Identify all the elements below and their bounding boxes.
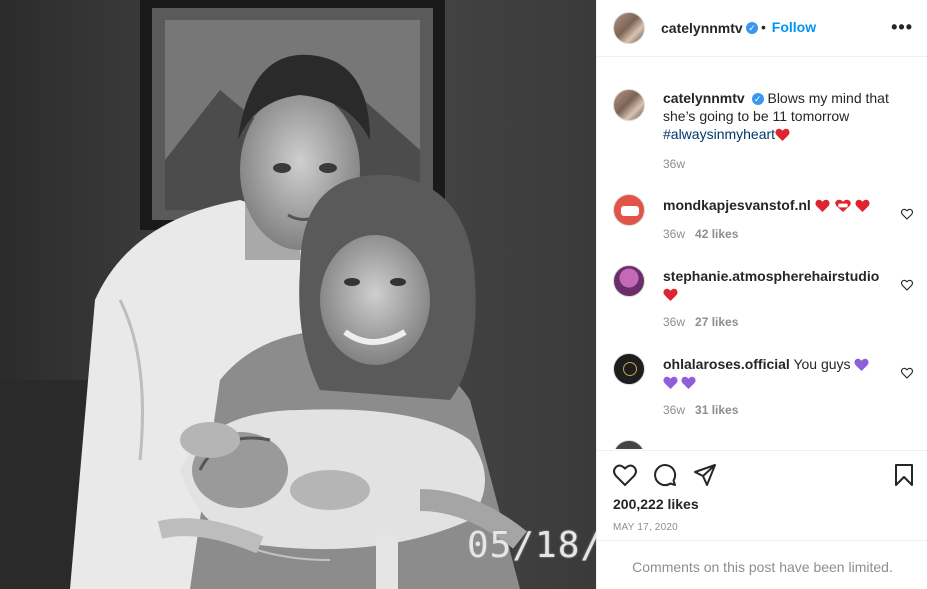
- caption-row: catelynnmtv ✓ Blows my mind that she’s g…: [613, 89, 913, 171]
- separator-dot: •: [761, 19, 766, 35]
- red-heart-emoji-icon: [663, 288, 678, 301]
- comment-likes[interactable]: 27 likes: [695, 315, 738, 329]
- comment-username[interactable]: ohlalaroses.official: [663, 356, 790, 372]
- like-comment-heart-icon[interactable]: [901, 208, 913, 220]
- comment-meta: 36w 27 likes: [663, 315, 738, 329]
- comments-list[interactable]: catelynnmtv ✓ Blows my mind that she’s g…: [597, 57, 927, 449]
- comment-row: ohlalaroses.official You guys 36w 31 like…: [613, 353, 913, 423]
- photo-image: [0, 0, 596, 589]
- caption-age: 36w: [663, 157, 686, 171]
- post-sidebar: catelynnmtv ✓ • Follow ••• catelynnmtv ✓…: [596, 0, 927, 589]
- caption-username[interactable]: catelynnmtv: [663, 90, 745, 106]
- mask-heart-emoji-icon: [834, 199, 851, 212]
- post-photo[interactable]: 05/18/2: [0, 0, 596, 589]
- post-date[interactable]: MAY 17, 2020: [613, 522, 678, 533]
- comment-row: stephanie.atmospherehairstudio 36w 27 lik…: [613, 265, 913, 335]
- comment-age: 36w: [663, 227, 686, 241]
- purple-heart-emoji-icon: [681, 376, 696, 389]
- comments-limited-notice: Comments on this post have been limited.: [597, 540, 927, 589]
- comment-username[interactable]: mondkapjesvanstof.nl: [663, 197, 811, 213]
- follow-group: • Follow: [761, 19, 816, 35]
- post-header: catelynnmtv ✓ • Follow •••: [597, 0, 927, 57]
- comment-avatar[interactable]: [613, 353, 645, 385]
- verified-badge-icon: ✓: [746, 22, 758, 34]
- comment-text: ohlalaroses.official You guys: [663, 355, 895, 391]
- like-comment-heart-icon[interactable]: [901, 279, 913, 291]
- verified-badge-icon: ✓: [751, 93, 764, 106]
- purple-heart-emoji-icon: [854, 358, 870, 371]
- comment-body: You guys: [793, 356, 851, 372]
- bookmark-icon[interactable]: [892, 463, 916, 487]
- comment-age: 36w: [663, 403, 686, 417]
- like-comment-heart-icon[interactable]: [901, 367, 913, 379]
- post-actions: 200,222 likes MAY 17, 2020: [597, 450, 927, 540]
- caption-meta: 36w: [663, 157, 685, 171]
- comment-text: stephanie.atmospherehairstudio: [663, 267, 895, 303]
- heart-icon[interactable]: [613, 463, 637, 487]
- author-username[interactable]: catelynnmtv: [661, 20, 743, 36]
- comment-avatar[interactable]: [613, 440, 645, 449]
- red-heart-emoji-icon: [855, 199, 871, 212]
- comment-username[interactable]: stephanie.atmospherehairstudio: [663, 268, 879, 284]
- comment-likes[interactable]: 31 likes: [695, 403, 738, 417]
- caption-text: catelynnmtv ✓ Blows my mind that she’s g…: [663, 89, 895, 143]
- comment-meta: 36w 42 likes: [663, 227, 738, 241]
- comment-text: mondkapjesvanstof.nl: [663, 196, 895, 214]
- red-heart-emoji-icon: [775, 128, 790, 141]
- comment-likes[interactable]: 42 likes: [695, 227, 738, 241]
- comment-row-partial: [613, 440, 913, 449]
- more-options-icon[interactable]: •••: [891, 17, 913, 38]
- red-heart-emoji-icon: [815, 199, 830, 212]
- comment-avatar[interactable]: [613, 194, 645, 226]
- comment-age: 36w: [663, 315, 686, 329]
- comment-row: mondkapjesvanstof.nl 36w 42 likes: [613, 194, 913, 254]
- purple-heart-emoji-icon: [663, 376, 678, 389]
- comment-avatar[interactable]: [613, 265, 645, 297]
- photo-date-stamp: 05/18/2: [467, 525, 596, 566]
- author-avatar[interactable]: [613, 12, 645, 44]
- caption-avatar[interactable]: [613, 89, 645, 121]
- caption-hashtag[interactable]: #alwaysinmyheart: [663, 126, 775, 142]
- comment-meta: 36w 31 likes: [663, 403, 738, 417]
- likes-count[interactable]: 200,222 likes: [613, 496, 699, 512]
- comment-icon[interactable]: [653, 463, 677, 487]
- share-icon[interactable]: [693, 463, 717, 487]
- follow-button[interactable]: Follow: [772, 19, 816, 35]
